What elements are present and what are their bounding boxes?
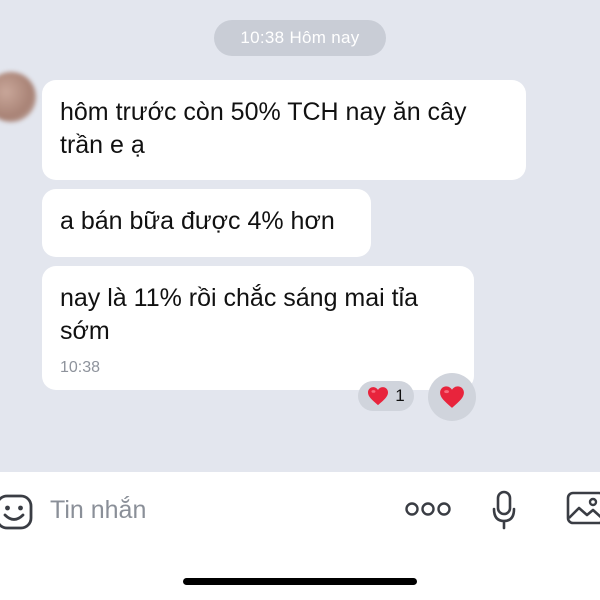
image-icon[interactable] — [566, 490, 600, 526]
message-input[interactable]: Tin nhắn — [50, 494, 146, 526]
message-text: a bán bữa được 4% hơn — [60, 207, 335, 235]
avatar[interactable] — [0, 72, 36, 122]
home-indicator[interactable] — [183, 578, 417, 585]
more-icon[interactable] — [405, 501, 451, 517]
reaction-count: 1 — [395, 386, 405, 405]
message-bubble[interactable]: nay là 11% rồi chắc sáng mai tỉa sớm 10:… — [42, 266, 474, 390]
heart-icon — [368, 387, 389, 406]
date-time-chip: 10:38 Hôm nay — [214, 20, 386, 56]
microphone-icon[interactable] — [492, 490, 516, 530]
message-text: nay là 11% rồi chắc sáng mai tỉa sớm — [60, 284, 419, 345]
message-input-bar: Tin nhắn — [0, 472, 600, 550]
message-bubble[interactable]: hôm trước còn 50% TCH nay ăn cây trần e … — [42, 80, 526, 180]
reaction-button[interactable] — [428, 373, 476, 421]
message-timestamp: 10:38 — [60, 359, 101, 376]
smile-icon[interactable] — [0, 492, 34, 532]
message-text: hôm trước còn 50% TCH nay ăn cây trần e … — [60, 98, 467, 159]
chat-area[interactable]: 10:38 Hôm nay hôm trước còn 50% TCH nay … — [0, 0, 600, 472]
message-bubble[interactable]: a bán bữa được 4% hơn — [42, 189, 371, 257]
reaction-count-badge[interactable]: 1 — [358, 381, 414, 411]
heart-icon — [440, 386, 464, 408]
